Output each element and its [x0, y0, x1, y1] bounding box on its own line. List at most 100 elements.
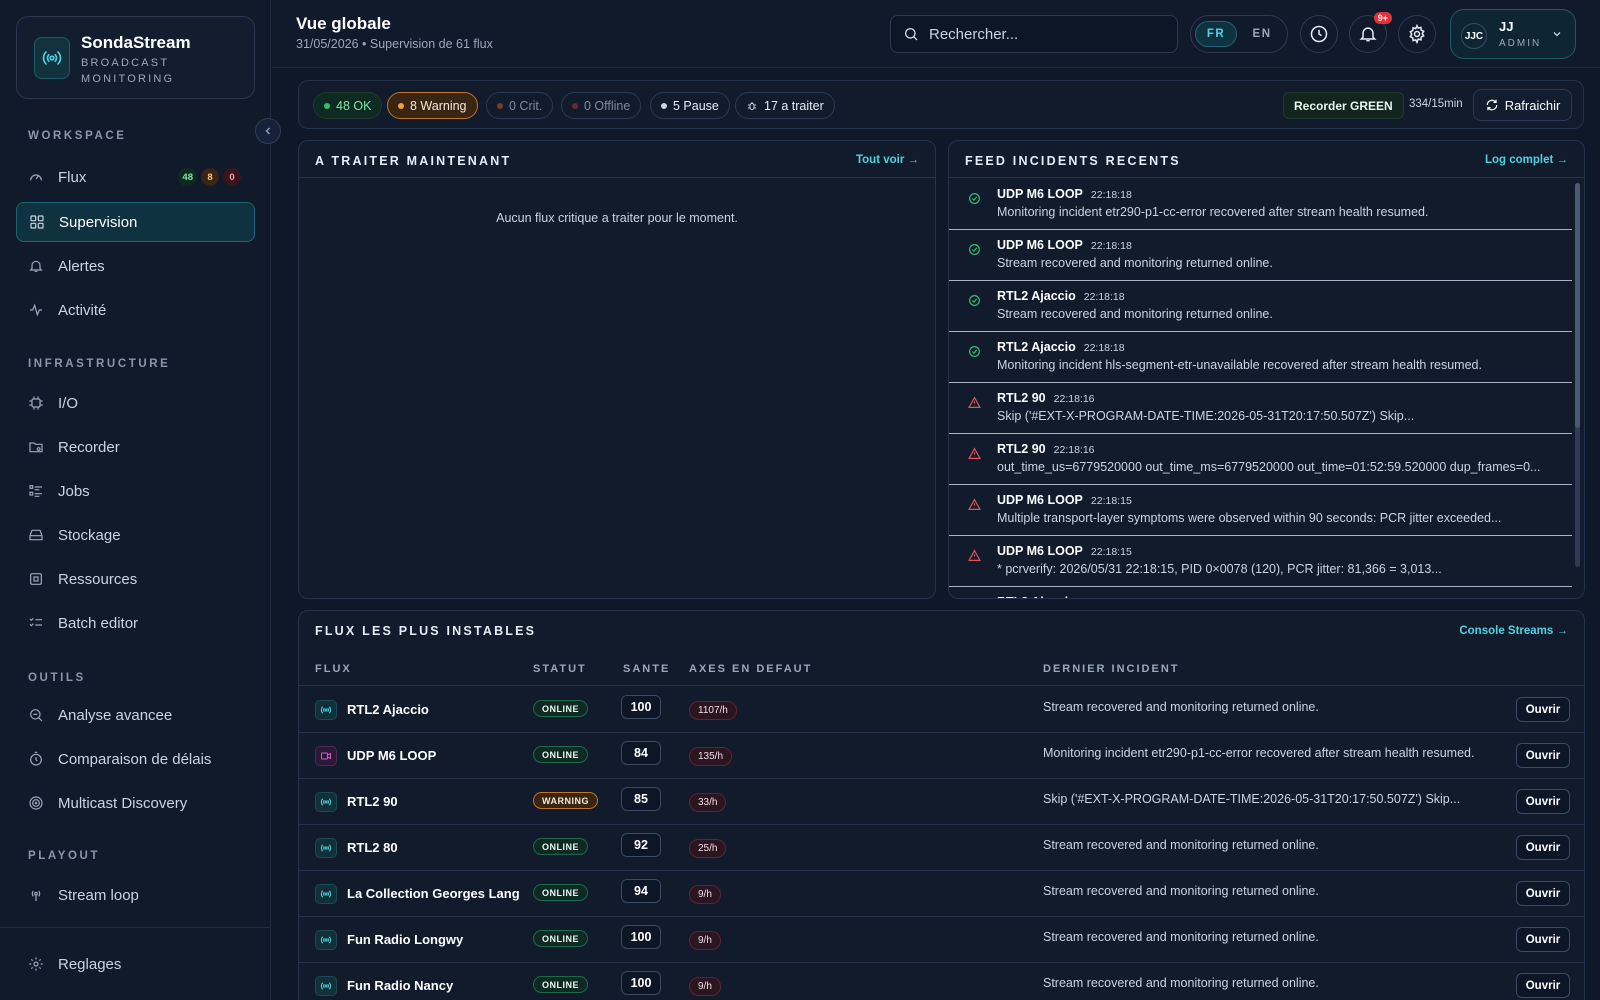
- open-button[interactable]: Ouvrir: [1516, 835, 1570, 860]
- status-pill-offline[interactable]: 0 Offline: [561, 92, 642, 119]
- feed-item[interactable]: RTL2 Ajaccio 22:18:18 Stream recovered and…: [949, 281, 1572, 332]
- language-switch[interactable]: FR EN: [1190, 15, 1288, 53]
- incident-feed-list[interactable]: UDP M6 LOOP 22:18:18 Monitoring incident e…: [949, 179, 1572, 598]
- feed-time: 22:18:18: [1090, 240, 1132, 252]
- status-summary-bar: 48 OK 8 Warning 0 Crit. 0 Offline 5 Paus…: [298, 80, 1584, 129]
- avatar: JJC: [1461, 23, 1487, 49]
- flux-name[interactable]: Fun Radio Nancy: [347, 978, 453, 993]
- search-input[interactable]: [929, 25, 1159, 43]
- bug-icon: [748, 101, 756, 110]
- search-box[interactable]: [890, 15, 1178, 53]
- status-pill-todo[interactable]: 17 a traiter: [735, 92, 835, 119]
- open-button[interactable]: Ouvrir: [1516, 743, 1570, 768]
- console-streams-link[interactable]: Console Streams →: [1459, 625, 1568, 637]
- open-button[interactable]: Ouvrir: [1516, 789, 1570, 814]
- feed-time: 22:18:18: [1083, 291, 1125, 303]
- warning-triangle-icon: [968, 447, 981, 460]
- feed-item[interactable]: UDP M6 LOOP 22:18:18 Monitoring incident e…: [949, 179, 1572, 230]
- open-button[interactable]: Ouvrir: [1516, 927, 1570, 952]
- status-pill-ok[interactable]: 48 OK: [313, 92, 383, 119]
- list-icon: [28, 483, 44, 499]
- flux-name[interactable]: RTL2 80: [347, 840, 398, 855]
- warning-dot: [398, 102, 404, 109]
- settings-button[interactable]: [1398, 15, 1436, 53]
- sidebar-item-alertes[interactable]: Alertes: [16, 246, 255, 286]
- last-incident: Stream recovered and monitoring returned…: [1043, 884, 1319, 898]
- history-button[interactable]: [1300, 15, 1338, 53]
- sidebar-item-flux[interactable]: Flux 48 8 0: [16, 157, 255, 197]
- sidebar-collapse-button[interactable]: [255, 118, 281, 144]
- table-row[interactable]: RTL2 90 WARNING 85 33/h Skip ('#EXT-X-PROGRA…: [299, 778, 1584, 825]
- sidebar-item-recorder[interactable]: Recorder: [16, 427, 255, 467]
- warning-triangle-icon: [968, 498, 981, 511]
- feed-item[interactable]: UDP M6 LOOP 22:18:15 * pcrverify: 2026/05/…: [949, 536, 1572, 587]
- todo-title: A TRAITER MAINTENANT: [315, 154, 512, 168]
- sidebar-item-io[interactable]: I/O: [16, 383, 255, 423]
- feed-item[interactable]: RTL2 90 22:18:16 Skip ('#EXT-X-PROGRAM-DAT…: [949, 383, 1572, 434]
- open-button[interactable]: Ouvrir: [1516, 973, 1570, 998]
- feed-item[interactable]: UDP M6 LOOP 22:18:15 Multiple transport-la…: [949, 485, 1572, 536]
- refresh-button[interactable]: Rafraichir: [1473, 89, 1572, 121]
- feed-item[interactable]: RTL2 Ajaccio: [949, 587, 1572, 598]
- status-pill-pause[interactable]: 5 Pause: [650, 92, 730, 119]
- notifications-button[interactable]: 9+: [1349, 12, 1392, 53]
- table-row[interactable]: Fun Radio Longwy ONLINE 100 9/h Stream recov…: [299, 916, 1584, 963]
- sidebar-item-label: Jobs: [58, 482, 90, 500]
- todo-panel: A TRAITER MAINTENANT Tout voir → Aucun f…: [298, 140, 936, 599]
- feed-scrollbar[interactable]: [1575, 183, 1580, 567]
- lang-fr-button[interactable]: FR: [1195, 21, 1238, 47]
- dashboard-icon: [29, 214, 45, 230]
- open-button[interactable]: Ouvrir: [1516, 881, 1570, 906]
- section-workspace: WORKSPACE: [28, 130, 127, 142]
- feed-item[interactable]: RTL2 Ajaccio 22:18:18 Monitoring incident …: [949, 332, 1572, 383]
- lang-en-button[interactable]: EN: [1241, 21, 1283, 47]
- sidebar-item-stockage[interactable]: Stockage: [16, 515, 255, 555]
- table-row[interactable]: RTL2 80 ONLINE 92 25/h Stream recovered and …: [299, 824, 1584, 871]
- sidebar-item-reglages[interactable]: Reglages: [16, 944, 255, 984]
- sidebar-item-supervision[interactable]: Supervision: [16, 202, 255, 242]
- unstable-title: FLUX LES PLUS INSTABLES: [315, 624, 537, 638]
- col-sante: SANTE: [623, 663, 671, 675]
- sidebar-item-ressources[interactable]: Ressources: [16, 559, 255, 599]
- flux-name[interactable]: RTL2 Ajaccio: [347, 702, 429, 717]
- sidebar-item-multicast[interactable]: Multicast Discovery: [16, 783, 255, 823]
- feed-message: Stream recovered and monitoring returned…: [997, 307, 1273, 321]
- feed-item[interactable]: RTL2 90 22:18:16 out_time_us=6779520000 ou…: [949, 434, 1572, 485]
- feed-item-name: RTL2 90 22:18:16: [997, 391, 1095, 405]
- user-menu[interactable]: JJC JJ ADMIN: [1450, 9, 1576, 59]
- flux-name[interactable]: UDP M6 LOOP: [347, 748, 436, 763]
- sidebar-item-jobs[interactable]: Jobs: [16, 471, 255, 511]
- sidebar-item-label: Stream loop: [58, 886, 139, 904]
- section-infrastructure: INFRASTRUCTURE: [28, 358, 171, 370]
- status-pill-critical[interactable]: 0 Crit.: [486, 92, 554, 119]
- scrollbar-thumb[interactable]: [1575, 183, 1580, 428]
- radio-broadcast-icon: [315, 884, 337, 904]
- sidebar-item-activite[interactable]: Activité: [16, 290, 255, 330]
- status-badge: ONLINE: [533, 700, 589, 717]
- table-row[interactable]: La Collection Georges Lang ONLINE 94 9/h Str…: [299, 870, 1584, 917]
- feed-item-name: UDP M6 LOOP 22:18:18: [997, 238, 1132, 252]
- flux-name[interactable]: La Collection Georges Lang: [347, 886, 520, 901]
- flux-name[interactable]: RTL2 90: [347, 794, 398, 809]
- table-row[interactable]: RTL2 Ajaccio ONLINE 100 1107/h Stream recove…: [299, 686, 1584, 733]
- brand-card[interactable]: SondaStream Broadcast monitoring: [16, 16, 255, 99]
- warning-triangle-icon: [968, 396, 981, 409]
- status-pill-warning[interactable]: 8 Warning: [387, 92, 478, 119]
- see-all-link[interactable]: Tout voir →: [856, 154, 919, 166]
- sidebar-item-label: Multicast Discovery: [58, 794, 188, 812]
- sidebar-item-comparaison[interactable]: Comparaison de délais: [16, 739, 255, 779]
- sidebar-item-stream-loop[interactable]: Stream loop: [16, 875, 255, 915]
- sidebar-item-label: Recorder: [58, 438, 120, 456]
- open-button[interactable]: Ouvrir: [1516, 697, 1570, 722]
- flux-name[interactable]: Fun Radio Longwy: [347, 932, 463, 947]
- sidebar-item-batch-editor[interactable]: Batch editor: [16, 603, 255, 643]
- sidebar-item-analyse[interactable]: Analyse avancee: [16, 695, 255, 735]
- sidebar: SondaStream Broadcast monitoring WORKSPA…: [0, 0, 281, 1000]
- table-row[interactable]: UDP M6 LOOP ONLINE 84 135/h Monitoring incid…: [299, 732, 1584, 779]
- feed-item[interactable]: UDP M6 LOOP 22:18:18 Stream recovered and …: [949, 230, 1572, 281]
- full-log-link[interactable]: Log complet →: [1485, 154, 1568, 166]
- warning-triangle-icon: [968, 549, 981, 562]
- table-row[interactable]: Fun Radio Nancy ONLINE 100 9/h Stream recove…: [299, 962, 1584, 1000]
- feed-stream-name: RTL2 Ajaccio: [997, 340, 1076, 354]
- last-incident: Stream recovered and monitoring returned…: [1043, 700, 1319, 714]
